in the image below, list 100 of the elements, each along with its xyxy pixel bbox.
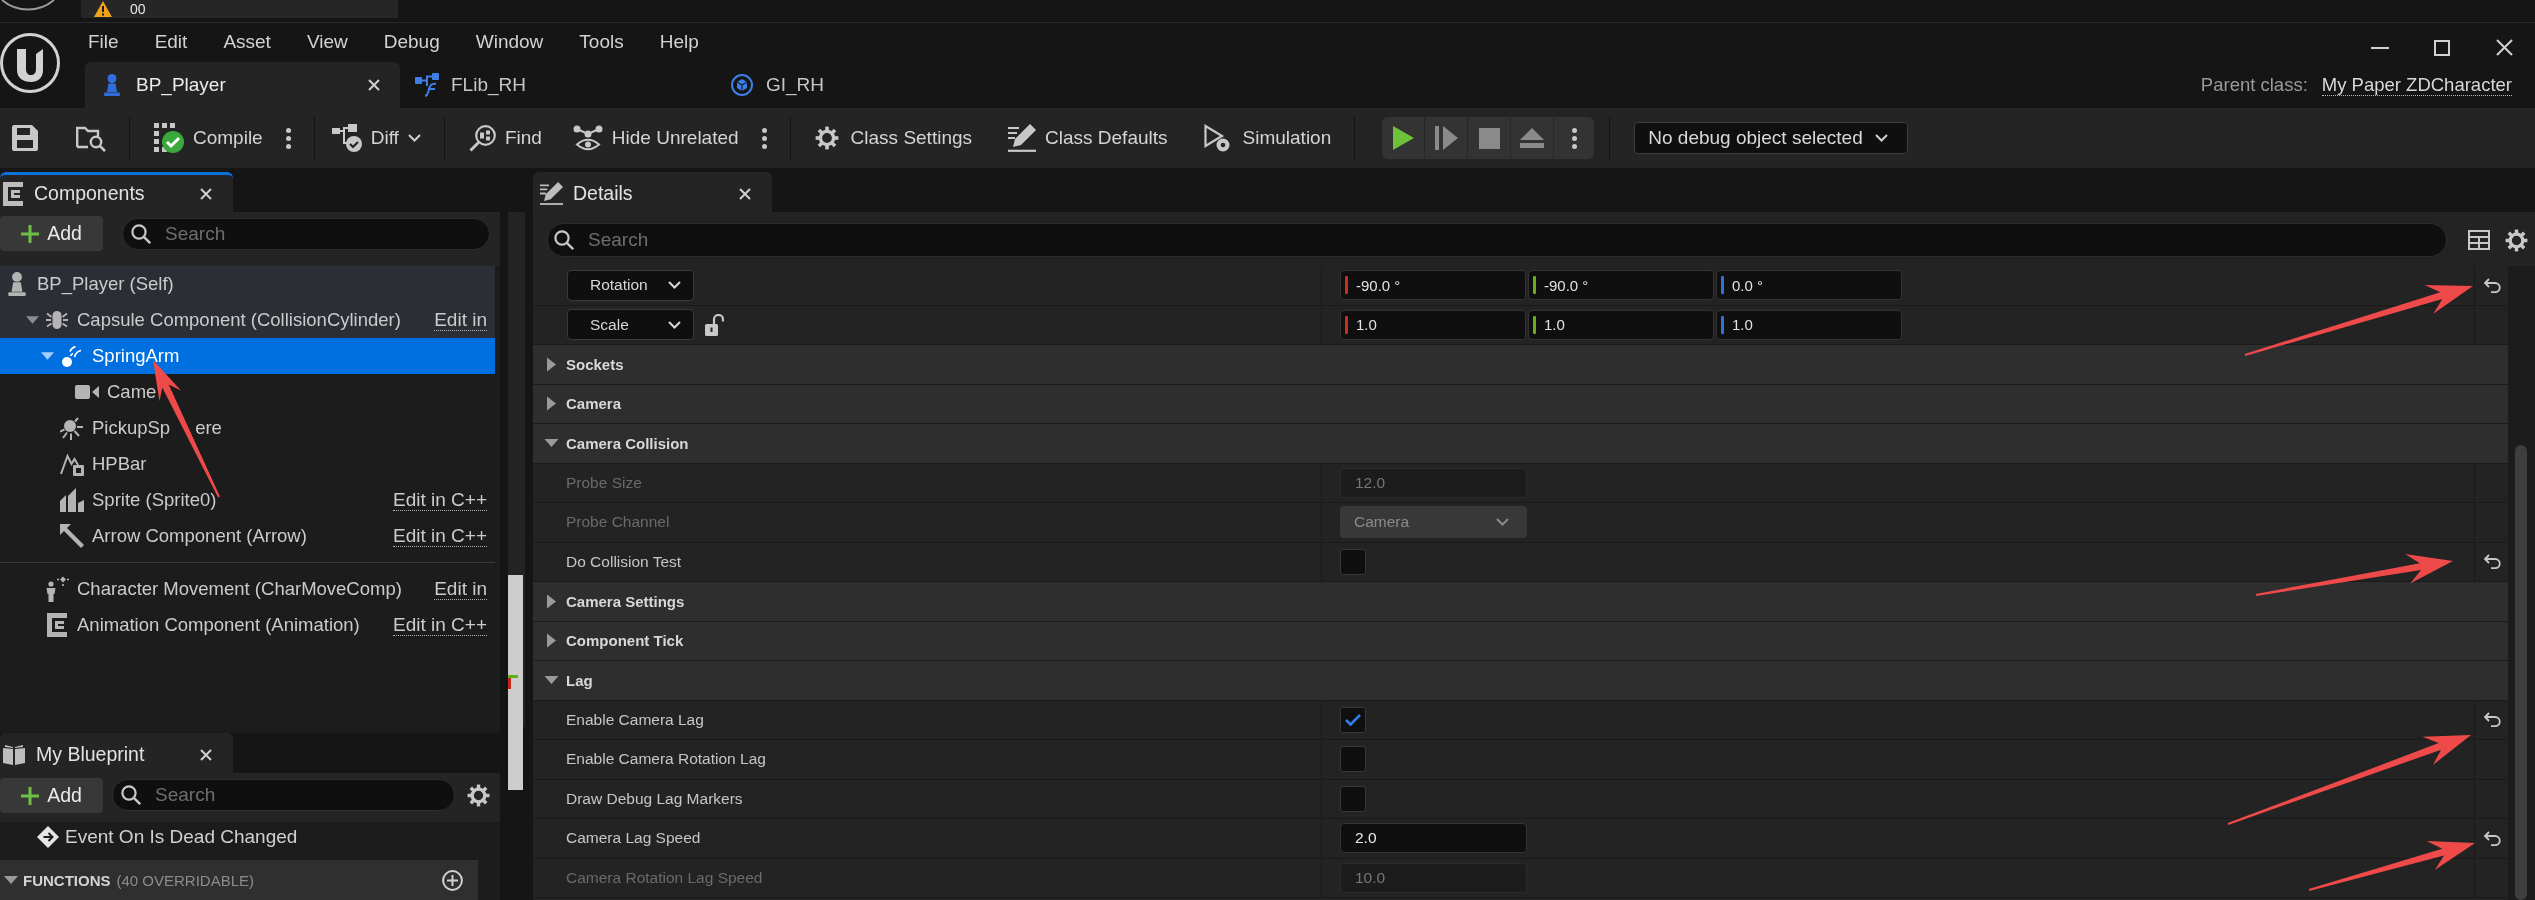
menu-item[interactable]: Window [457,27,562,57]
bracket-icon [47,613,67,637]
menu-item[interactable]: Debug [365,27,458,57]
close-icon[interactable] [368,79,380,91]
tree-item[interactable]: Arrow Component (Arrow) Edit in C++ [0,518,495,554]
tree-item[interactable]: Came [0,374,495,410]
tree-item[interactable]: HPBar [0,446,495,482]
undo-arrow-icon[interactable] [2482,830,2501,846]
tree-item[interactable]: SpringArm [0,338,495,374]
tree-item[interactable]: Capsule Component (CollisionCylinder) Edit in [0,302,495,338]
category-header[interactable]: Lag [533,661,2508,701]
settings-button[interactable] [467,784,490,807]
menu-item[interactable]: Tools [561,27,642,57]
edit-link[interactable]: Edit in [434,309,487,331]
property-label: Enable Camera Lag [566,710,704,729]
document-tab[interactable]: FLib_RH [400,62,715,108]
category-header[interactable]: Component Tick [533,621,2508,661]
tree-item[interactable]: Animation Component (Animation) Edit in C++ [0,607,495,643]
panel-tab[interactable]: Components [0,172,233,212]
vector-field[interactable]: 1.0 [1528,309,1714,340]
notification-tab[interactable]: 00 [81,0,398,18]
chevron-down-icon [1874,134,1888,142]
pencil-lines-icon [540,182,563,205]
add-button[interactable]: Add [0,778,103,813]
search-field[interactable]: Search [112,779,455,811]
checkbox[interactable] [1340,746,1366,773]
parent-class-link[interactable]: My Paper ZDCharacter [2321,74,2512,96]
checkbox[interactable] [1340,706,1366,733]
category-header[interactable]: Camera Collision [533,424,2508,464]
table-view-button[interactable] [2468,230,2490,250]
menu-item[interactable]: File [70,27,137,57]
folder-search-icon [76,124,106,152]
search-icon [121,785,141,805]
tree-item[interactable]: BP_Player (Self) [0,266,495,302]
chevron-down-icon [407,134,421,142]
padlock-icon[interactable] [705,313,724,336]
person-arrows-icon [45,576,69,602]
debug-object-dropdown[interactable]: No debug object selected [1634,122,1909,154]
close-icon[interactable] [739,187,751,200]
category-header[interactable]: Camera Settings [533,582,2508,622]
checkbox[interactable] [1340,548,1366,575]
menu-item[interactable]: Asset [205,27,289,57]
maximize-icon [2434,39,2450,56]
menu-item[interactable]: Edit [136,27,206,57]
edit-link[interactable]: Edit in C++ [393,525,487,547]
grid-check-icon [154,123,184,153]
vector-field[interactable]: 1.0 [1340,309,1526,340]
class-settings-button[interactable]: Class Settings [806,116,981,160]
undo-arrow-icon[interactable] [2482,554,2501,570]
property-label: Probe Channel [566,513,670,532]
scrollbar-thumb[interactable] [2515,445,2527,900]
vector-field[interactable]: -90.0 ° [1340,270,1526,301]
search-icon [131,224,151,244]
vector-field[interactable]: 0.0 ° [1716,270,1902,301]
plus-icon [21,224,40,243]
add-button[interactable]: Add [0,216,103,251]
gear-icon [467,784,490,807]
undo-arrow-icon[interactable] [2482,277,2501,293]
edit-link[interactable]: Edit in C++ [393,614,487,636]
scrollbar[interactable] [2508,266,2535,900]
simulation-button[interactable]: Simulation [1194,116,1340,160]
close-icon[interactable] [200,187,212,200]
plus-icon [21,786,40,805]
list-item[interactable]: Event On Is Dead Changed [0,822,500,852]
close-icon [2495,39,2513,56]
menu-item[interactable]: Help [641,27,717,57]
search-field[interactable]: Search [122,218,490,250]
vector-field[interactable]: -90.0 ° [1528,270,1714,301]
search-field[interactable]: Search [547,223,2447,257]
category-header[interactable]: Sockets [533,345,2508,385]
close-icon[interactable] [200,748,212,761]
edit-link[interactable]: Edit in C++ [393,489,487,511]
play-icon [1392,126,1414,150]
transform-dropdown[interactable]: Rotation [567,269,694,301]
transform-dropdown[interactable]: Scale [567,309,694,341]
menu-item[interactable]: View [288,27,366,57]
diff-button[interactable]: Diff [323,116,429,160]
category-header[interactable]: Camera [533,384,2508,424]
edit-link[interactable]: Edit in [434,578,487,600]
find-button[interactable]: Find [460,116,550,160]
panel-tab[interactable]: Details [533,172,772,212]
vector-field[interactable]: 1.0 [1716,309,1902,340]
tree-item[interactable]: Character Movement (CharMoveComp) Edit in [0,571,495,607]
gear-icon [814,126,839,150]
hide-unrelated-button[interactable]: Hide Unrelated [564,116,747,160]
section-header[interactable]: FUNCTIONS (40 OVERRIDABLE) [0,860,478,900]
document-tab[interactable]: BP_Player [85,62,400,108]
number-field[interactable]: 2.0 [1340,823,1527,854]
minimize-icon [2371,46,2389,49]
pencil-lines-icon [1008,124,1037,152]
checkbox[interactable] [1340,785,1366,812]
panel-tab[interactable]: My Blueprint [0,733,233,773]
tree-item[interactable]: Sprite (Sprite0) Edit in C++ [0,482,495,518]
class-defaults-button[interactable]: Class Defaults [1000,116,1176,160]
document-tab[interactable]: GI_RH [715,62,1030,108]
compile-button[interactable]: Compile [146,116,271,160]
undo-arrow-icon[interactable] [2482,712,2501,728]
tree-item[interactable]: PickupSp ere [0,410,495,446]
add-function-button[interactable] [442,869,463,891]
settings-button[interactable] [2505,229,2528,252]
